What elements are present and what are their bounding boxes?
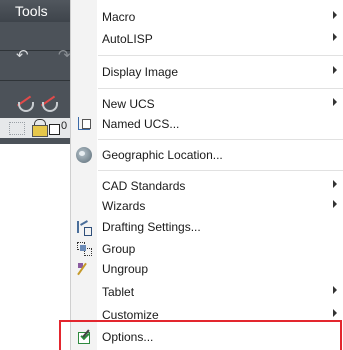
menu-item-label: Group: [102, 242, 136, 256]
menu-item-label: New UCS: [102, 97, 155, 111]
color-swatch-icon[interactable]: [49, 124, 60, 135]
tools-dropdown-menu: Macro AutoLISP Display Image New UCS Nam…: [70, 0, 343, 350]
group-icon: [76, 241, 92, 257]
menubar: Tools: [0, 0, 70, 22]
menu-item-label: AutoLISP: [102, 32, 153, 46]
menu-item-label: CAD Standards: [102, 179, 186, 193]
redo-icon[interactable]: ↷: [58, 46, 71, 64]
menu-item-label: Display Image: [102, 65, 179, 79]
menu-separator: [98, 55, 343, 56]
menu-item-group[interactable]: Group: [71, 238, 343, 260]
toolbar-divider: [0, 80, 70, 81]
point-tool-icon[interactable]: [38, 92, 58, 114]
submenu-arrow-icon: [333, 286, 337, 294]
named-ucs-icon: [76, 116, 92, 132]
drafting-settings-icon: [76, 219, 92, 236]
menu-item-label: Tablet: [102, 285, 135, 299]
menu-separator: [98, 139, 343, 140]
application-background: Tools ↶ ↷ 0: [0, 0, 71, 350]
menu-tools[interactable]: Tools: [15, 3, 48, 19]
submenu-arrow-icon: [333, 98, 337, 106]
menu-item-label: Wizards: [102, 199, 146, 213]
globe-icon: [76, 147, 92, 163]
submenu-arrow-icon: [333, 33, 337, 41]
layer-name: 0: [61, 120, 68, 132]
submenu-arrow-icon: [333, 66, 337, 74]
menu-item-named-ucs[interactable]: Named UCS...: [71, 113, 343, 135]
menu-item-label: Named UCS...: [102, 117, 180, 131]
menu-item-tablet[interactable]: Tablet: [71, 281, 343, 303]
submenu-arrow-icon: [333, 11, 337, 19]
menu-item-new-ucs[interactable]: New UCS: [71, 93, 343, 115]
menu-item-macro[interactable]: Macro: [71, 6, 343, 28]
submenu-arrow-icon: [333, 309, 337, 317]
point-tool-icon[interactable]: [14, 92, 34, 114]
menu-item-label: Ungroup: [102, 262, 149, 276]
menu-item-geographic-location[interactable]: Geographic Location...: [71, 144, 343, 166]
menu-separator: [98, 88, 343, 89]
menu-item-autolisp[interactable]: AutoLISP: [71, 28, 343, 50]
ungroup-icon: [76, 261, 92, 277]
layer-state-icon[interactable]: [9, 122, 25, 135]
lock-icon-body: [32, 125, 48, 137]
menu-item-wizards[interactable]: Wizards: [71, 195, 343, 217]
menu-item-cad-standards[interactable]: CAD Standards: [71, 175, 343, 197]
menu-item-label: Geographic Location...: [102, 148, 223, 162]
undo-icon[interactable]: ↶: [16, 46, 29, 64]
submenu-arrow-icon: [333, 200, 337, 208]
menu-separator: [98, 170, 343, 171]
menu-item-display-image[interactable]: Display Image: [71, 61, 343, 83]
menu-item-ungroup[interactable]: Ungroup: [71, 258, 343, 280]
options-highlight-box: [59, 320, 342, 350]
menu-item-drafting-settings[interactable]: Drafting Settings...: [71, 216, 343, 238]
menu-item-label: Drafting Settings...: [102, 220, 201, 234]
menu-item-label: Macro: [102, 10, 136, 24]
submenu-arrow-icon: [333, 180, 337, 188]
